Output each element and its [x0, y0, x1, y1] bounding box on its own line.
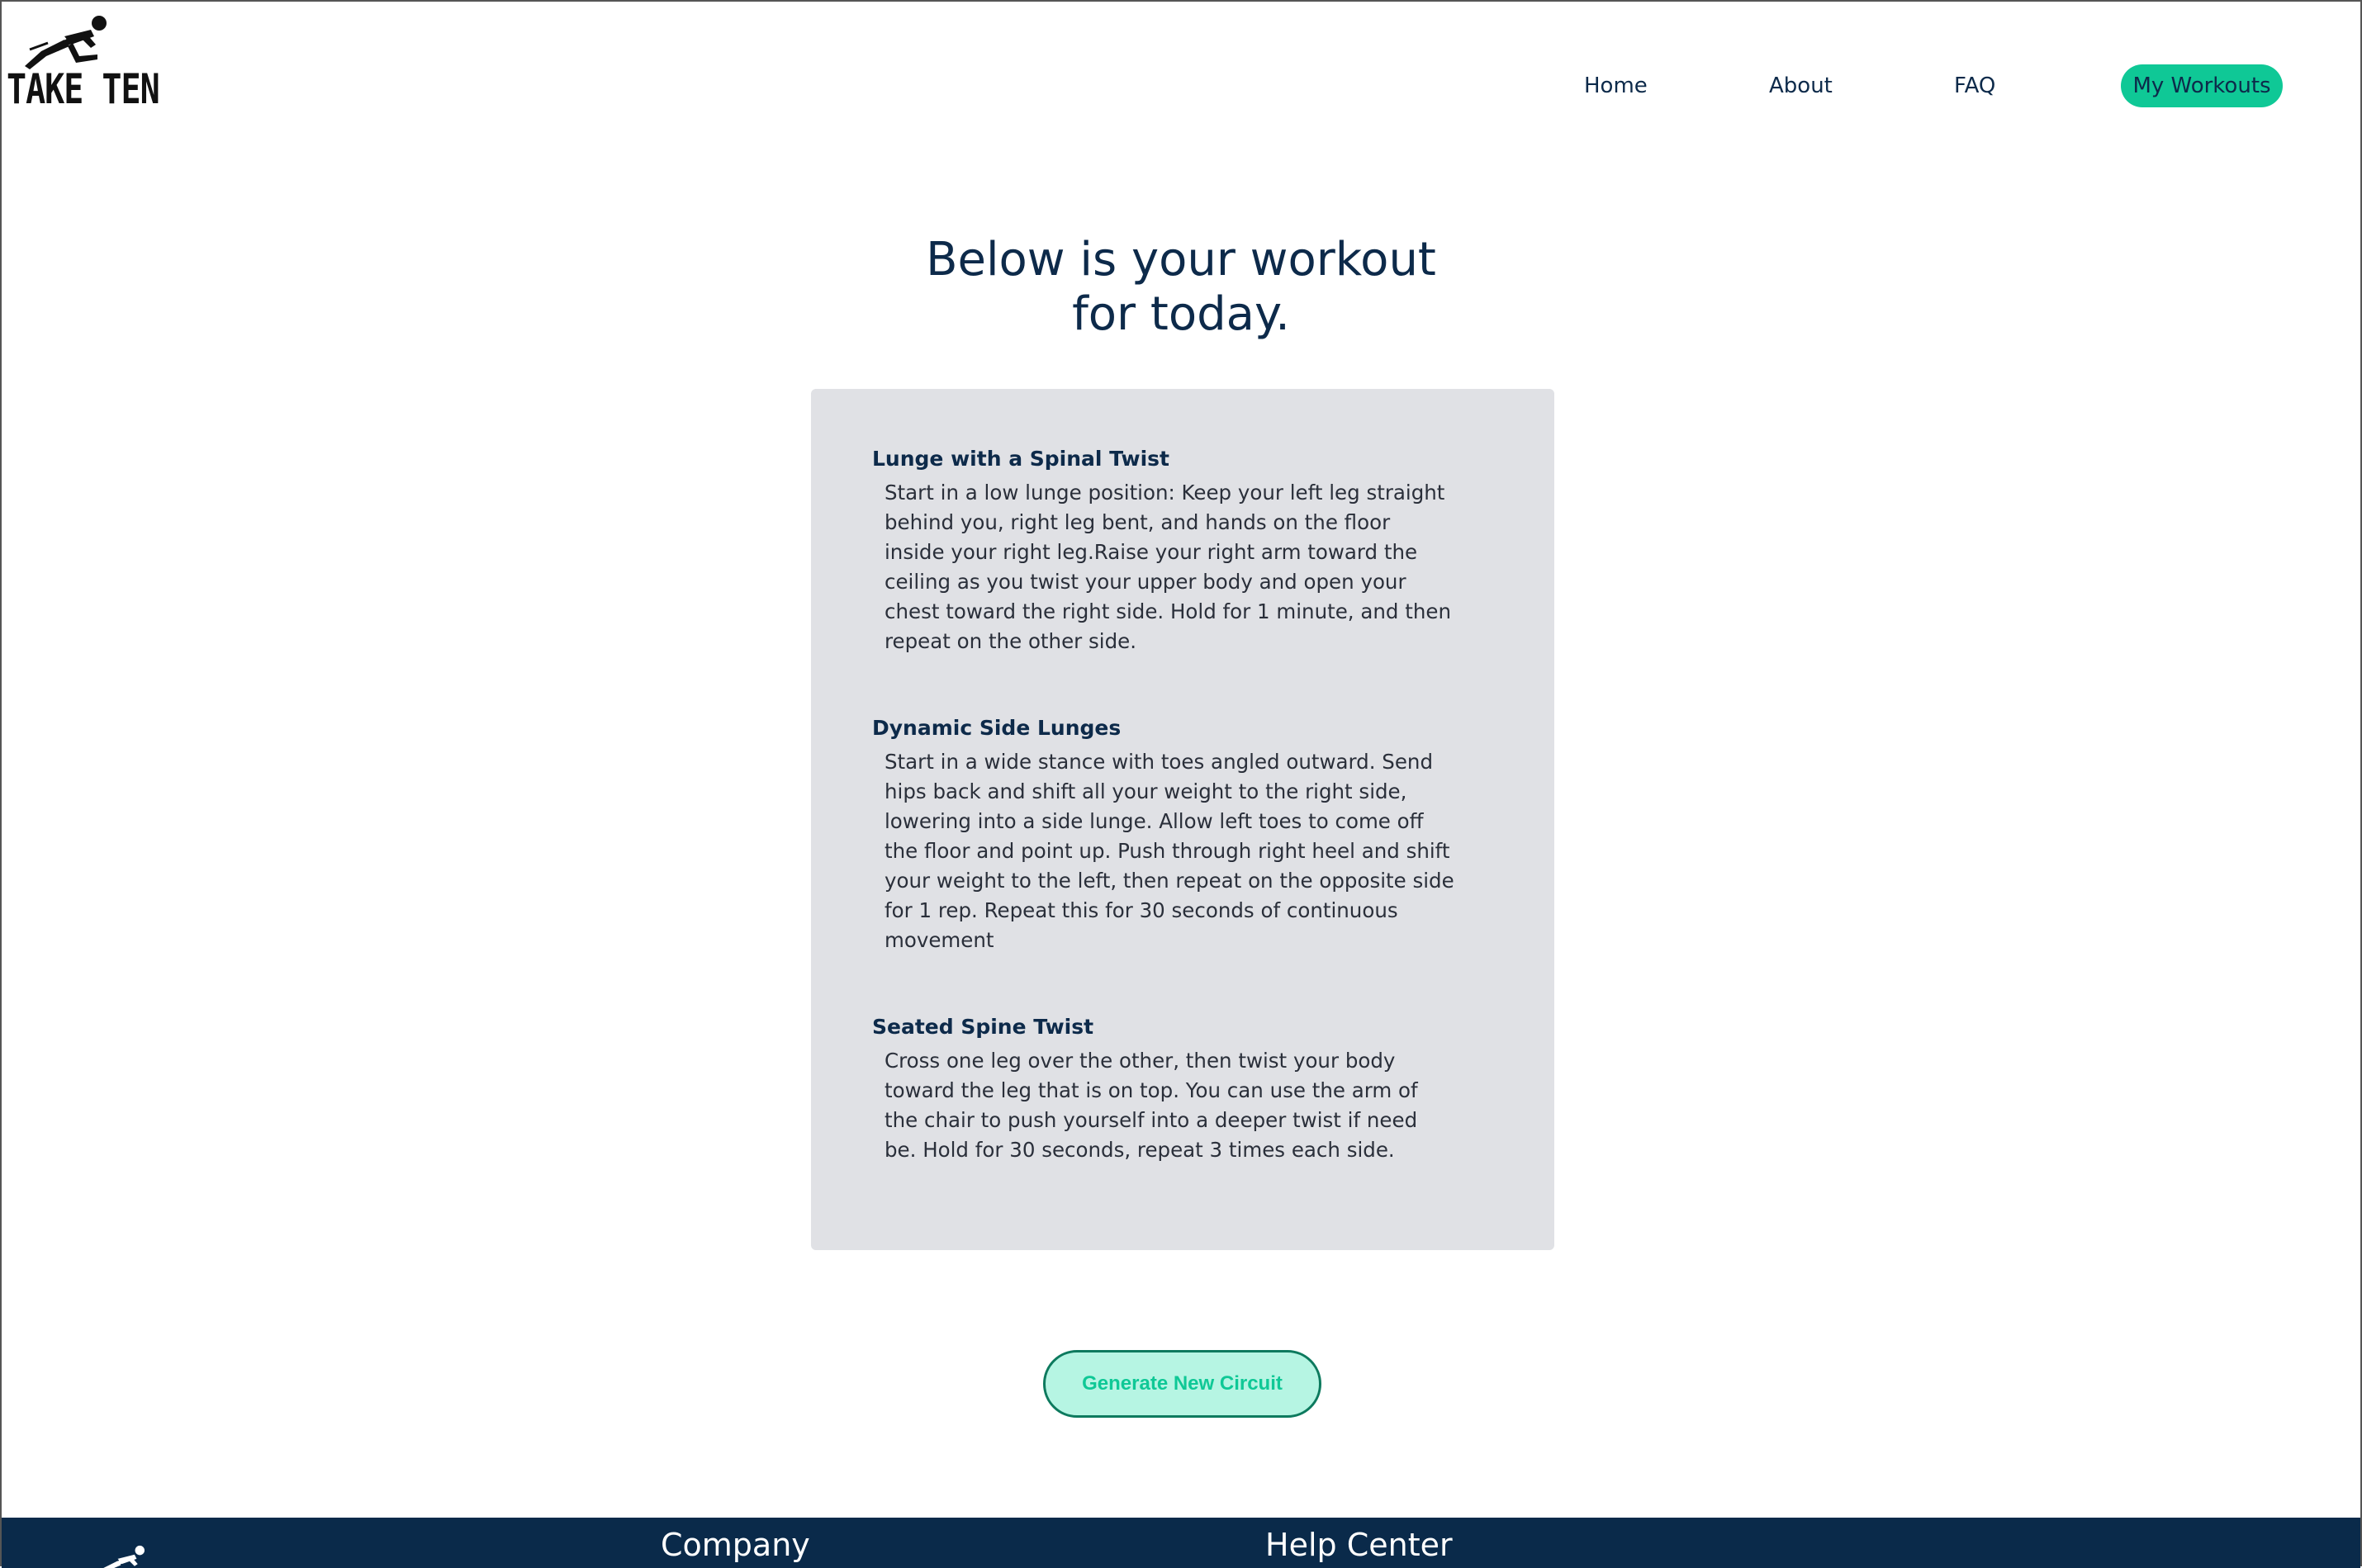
exercise-description: Start in a wide stance with toes angled …: [885, 750, 1454, 952]
main-nav: Home About FAQ My Workouts: [2, 64, 2360, 107]
exercise-item: Seated Spine Twist Cross one leg over th…: [872, 1013, 1493, 1165]
page-title-line-2: for today.: [1072, 287, 1290, 341]
page-title: Below is your workout for today.: [2, 233, 2360, 342]
nav-my-workouts-link[interactable]: My Workouts: [2121, 64, 2283, 107]
nav-faq-link[interactable]: FAQ: [1954, 64, 1995, 107]
running-figure-icon[interactable]: [92, 1541, 150, 1568]
workout-card: Lunge with a Spinal Twist Start in a low…: [811, 389, 1554, 1250]
page-title-line-1: Below is your workout: [926, 233, 1436, 287]
footer-company-heading: Company: [661, 1527, 810, 1563]
exercise-item: Dynamic Side Lunges Start in a wide stan…: [872, 714, 1493, 955]
nav-home-link[interactable]: Home: [1584, 64, 1648, 107]
exercise-name: Dynamic Side Lunges: [872, 716, 1122, 740]
footer-help-center-heading: Help Center: [1265, 1527, 1453, 1563]
exercise-item: Lunge with a Spinal Twist Start in a low…: [872, 445, 1493, 656]
running-figure-icon: [25, 16, 107, 69]
exercise-description: Start in a low lunge position: Keep your…: [885, 481, 1451, 653]
generate-new-circuit-button[interactable]: Generate New Circuit: [1043, 1350, 1321, 1418]
site-footer: Company Help Center: [2, 1518, 2360, 1568]
exercise-name: Lunge with a Spinal Twist: [872, 447, 1169, 471]
exercise-name: Seated Spine Twist: [872, 1015, 1094, 1039]
nav-about-link[interactable]: About: [1769, 64, 1833, 107]
exercise-description: Cross one leg over the other, then twist…: [885, 1049, 1418, 1162]
site-header: TAKE TEN Home About FAQ My Workouts: [2, 2, 2360, 126]
